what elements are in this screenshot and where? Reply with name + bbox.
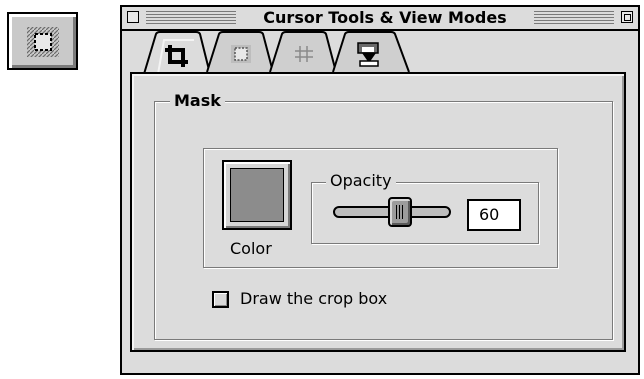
grid-icon — [295, 46, 313, 62]
zoom-box[interactable] — [621, 11, 633, 23]
title-bar[interactable]: Cursor Tools & View Modes — [122, 7, 638, 31]
opacity-value-field[interactable]: 60 — [467, 199, 521, 231]
window-title: Cursor Tools & View Modes — [240, 8, 530, 28]
marquee-mask-icon — [27, 27, 59, 57]
tab-view-mode[interactable] — [331, 30, 411, 74]
mask-color-fill — [230, 168, 284, 222]
tab-grid[interactable] — [268, 30, 338, 74]
mask-tool-button[interactable] — [7, 12, 78, 70]
marquee-mask-icon — [231, 45, 251, 63]
title-stripes — [534, 11, 614, 25]
title-stripes — [146, 11, 236, 25]
tab-mask[interactable] — [205, 30, 275, 74]
color-label: Color — [230, 239, 272, 258]
view-mode-icon — [357, 42, 379, 67]
draw-crop-box-checkbox[interactable] — [212, 291, 229, 308]
draw-crop-box-label[interactable]: Draw the crop box — [240, 290, 387, 308]
mask-color-swatch[interactable] — [222, 160, 292, 230]
opacity-slider-thumb[interactable] — [388, 197, 412, 227]
crop-icon — [165, 45, 188, 67]
tab-crop[interactable] — [142, 30, 212, 74]
opacity-group-label: Opacity — [326, 172, 396, 190]
mask-group-label: Mask — [170, 92, 225, 110]
close-box[interactable] — [127, 11, 139, 23]
